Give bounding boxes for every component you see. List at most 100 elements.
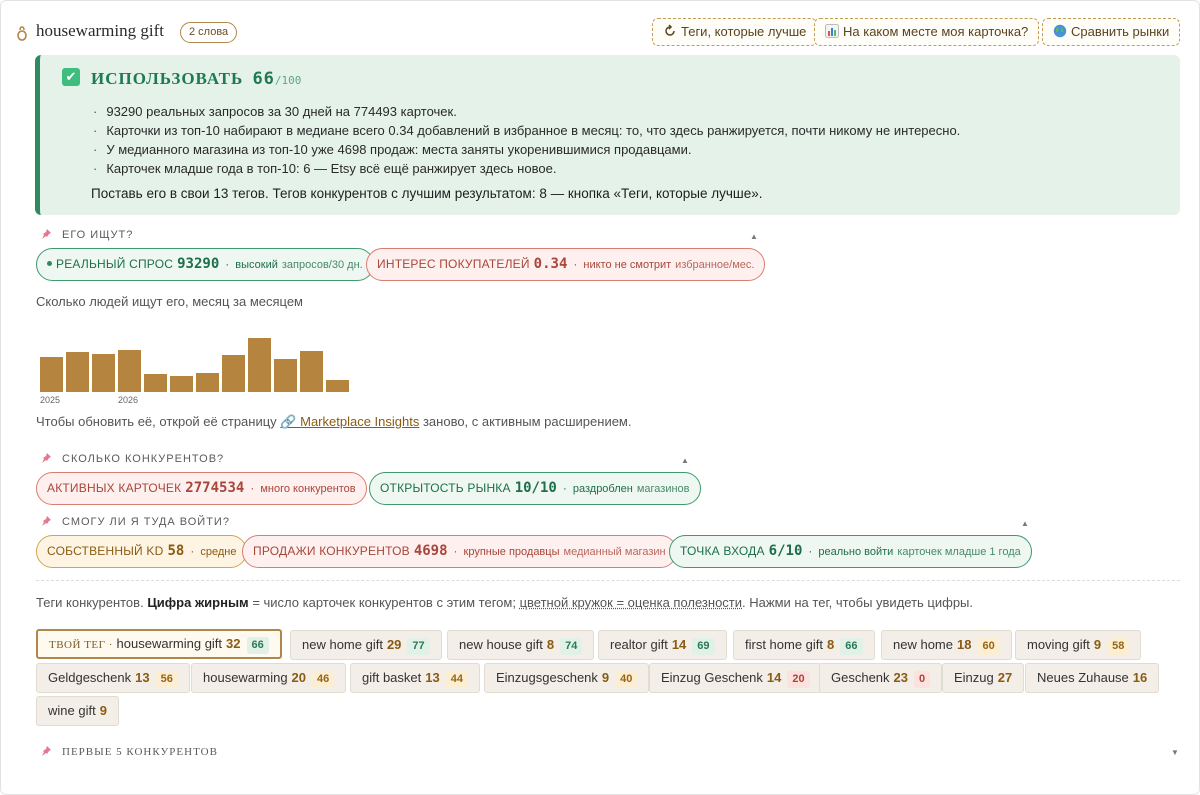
- verdict-reasons: 93290 реальных запросов за 30 дней на 77…: [93, 102, 960, 178]
- verdict-footer: Поставь его в свои 13 тегов. Тегов конку…: [91, 186, 763, 201]
- pill-word: никто не смотрит: [583, 259, 672, 271]
- tag-chip[interactable]: wine gift 9: [36, 696, 119, 726]
- collapse-icon[interactable]: ▲: [1021, 519, 1029, 528]
- tag-name: new home: [893, 637, 953, 652]
- pill-label: ИНТЕРЕС ПОКУПАТЕЛЕЙ: [377, 257, 530, 271]
- tag-chip[interactable]: realtor gift 14 69: [598, 630, 727, 660]
- legend-suffix: . Нажми на тег, чтобы увидеть цифры.: [742, 595, 974, 610]
- marketplace-insights-link[interactable]: 🔗 Marketplace Insights: [280, 414, 419, 429]
- rank-position-button[interactable]: На каком месте моя карточка?: [814, 18, 1040, 46]
- tag-count: 9: [601, 670, 610, 685]
- tag-name: Einzug Geschenk: [661, 670, 763, 685]
- chart-bar: [248, 338, 271, 392]
- collapse-icon[interactable]: ▲: [681, 456, 689, 465]
- link-icon: 🔗: [280, 414, 297, 429]
- entry-point-pill[interactable]: ТОЧКА ВХОДА 6/10 · реально войти карточек мл…: [669, 535, 1032, 568]
- pill-unit: магазинов: [636, 483, 690, 495]
- tag-count: 23: [893, 670, 909, 685]
- tag-count: 8: [827, 637, 835, 652]
- tag-score: 58: [1107, 638, 1130, 655]
- pill-unit: избранное/мес.: [675, 259, 755, 271]
- own-kd-pill[interactable]: СОБСТВЕННЫЙ KD 58 · средне: [36, 535, 248, 568]
- tag-name: Geldgeschenk: [48, 670, 132, 685]
- tag-score: 40: [615, 671, 638, 688]
- section-demand-title[interactable]: ЕГО ИЩУТ?: [40, 228, 133, 241]
- keyword-title: housewarming gift: [36, 21, 164, 40]
- pill-unit: медианный магазин: [563, 546, 666, 558]
- chart-bar: [66, 352, 89, 392]
- chart-bar: [170, 376, 193, 392]
- refresh-note: Чтобы обновить её, открой её страницу 🔗 …: [36, 414, 631, 430]
- tag-score: 44: [445, 671, 468, 688]
- tag-count: 18: [956, 637, 972, 652]
- chart-bar: [118, 350, 141, 392]
- tag-name: gift basket: [362, 670, 422, 685]
- tag-score: 69: [692, 638, 715, 655]
- own-tag-label: ТВОЙ ТЕГ ·: [49, 639, 113, 651]
- tag-chip[interactable]: new home gift 29 77: [290, 630, 442, 660]
- word-count-badge: 2 слова: [180, 22, 238, 43]
- tag-chip[interactable]: Einzugsgeschenk 9 40: [484, 663, 650, 693]
- tag-count: 14: [671, 637, 687, 652]
- section-demand-label: ЕГО ИЩУТ?: [62, 229, 134, 241]
- chart-bar: [144, 374, 167, 392]
- market-openness-pill[interactable]: ОТКРЫТОСТЬ РЫНКА 10/10 · раздроблен магазино…: [369, 472, 701, 505]
- tag-chip[interactable]: Neues Zuhause 16: [1025, 663, 1160, 693]
- expand-icon[interactable]: ▼: [1171, 748, 1179, 757]
- tag-name: Neues Zuhause: [1037, 670, 1129, 685]
- pill-unit: запросов/30 дн.: [281, 259, 363, 271]
- compare-markets-button[interactable]: Сравнить рынки: [1042, 18, 1181, 46]
- pill-word: средне: [200, 546, 237, 558]
- tag-chip[interactable]: Einzug Geschenk 14 20: [649, 663, 822, 693]
- pill-value: 0.34: [533, 256, 568, 272]
- tag-chip[interactable]: new house gift 8 74: [447, 630, 595, 660]
- tag-chip-own[interactable]: ТВОЙ ТЕГ · housewarming gift 32 66: [36, 629, 282, 659]
- tag-chip[interactable]: first home gift 8 66: [733, 630, 875, 660]
- header: housewarming gift 2 слова Теги, которые …: [16, 18, 1182, 48]
- chart-bar: [326, 380, 349, 392]
- pill-value: 4698: [413, 543, 448, 559]
- section-top5-title[interactable]: ПЕРВЫЕ 5 КОНКУРЕНТОВ: [40, 745, 218, 758]
- pill-value: 58: [167, 543, 185, 559]
- tag-chip[interactable]: gift basket 13 44: [350, 663, 480, 693]
- pill-label: ОТКРЫТОСТЬ РЫНКА: [380, 481, 511, 495]
- tag-chip[interactable]: Einzug 27: [942, 663, 1025, 693]
- rank-position-label: На каком месте моя карточка?: [843, 24, 1029, 39]
- pill-label: ТОЧКА ВХОДА: [680, 544, 765, 558]
- tag-chip[interactable]: new home 18 60: [881, 630, 1012, 660]
- verdict-score-max: /100: [274, 74, 302, 87]
- tag-name: moving gift: [1027, 637, 1090, 652]
- tag-chip[interactable]: Geschenk 23 0: [819, 663, 943, 693]
- monthly-demand-chart: 2025 2026: [36, 330, 356, 408]
- verdict-card: ✔ ИСПОЛЬЗОВАТЬ 66/100 93290 реальных зап…: [35, 55, 1180, 215]
- competitor-sales-pill[interactable]: ПРОДАЖИ КОНКУРЕНТОВ 4698 · крупные продавцы…: [242, 535, 677, 568]
- status-dot-icon: [47, 261, 52, 266]
- tag-score: 20: [787, 671, 810, 688]
- tag-name: new home gift: [302, 637, 383, 652]
- pin-icon: [40, 515, 52, 527]
- chart-caption: Сколько людей ищут его, месяц за месяцем: [36, 294, 303, 309]
- better-tags-button[interactable]: Теги, которые лучше: [652, 18, 818, 46]
- tag-name: wine gift: [48, 703, 96, 718]
- tag-chip[interactable]: Geldgeschenk 13 56: [36, 663, 190, 693]
- active-listings-pill[interactable]: АКТИВНЫХ КАРТОЧЕК 2774534 · много конкурент…: [36, 472, 367, 505]
- section-entry-label: СМОГУ ЛИ Я ТУДА ВОЙТИ?: [62, 516, 230, 528]
- tag-count: 9: [1093, 637, 1102, 652]
- collapse-icon[interactable]: ▲: [750, 232, 758, 241]
- globe-icon: [1053, 21, 1067, 38]
- chart-tick-label: 2025: [40, 395, 61, 405]
- marketplace-insights-label: Marketplace Insights: [300, 414, 420, 429]
- section-competition-title[interactable]: СКОЛЬКО КОНКУРЕНТОВ?: [40, 452, 224, 465]
- verdict-reason: У медианного магазина из топ-10 уже 4698…: [93, 140, 960, 159]
- tag-chip[interactable]: housewarming 20 46: [191, 663, 347, 693]
- real-demand-pill[interactable]: РЕАЛЬНЫЙ СПРОС 93290 · высокий запросов/30 д…: [36, 248, 374, 281]
- pill-word: реально войти: [818, 546, 894, 558]
- pill-word: много конкурентов: [260, 483, 356, 495]
- pin-icon: [40, 452, 52, 464]
- tag-name: Einzugsgeschenk: [496, 670, 598, 685]
- buyer-interest-pill[interactable]: ИНТЕРЕС ПОКУПАТЕЛЕЙ 0.34 · никто не смотрит…: [366, 248, 766, 281]
- tags-legend: Теги конкурентов. Цифра жирным = число к…: [36, 595, 973, 610]
- chart-bar: [274, 359, 297, 392]
- section-entry-title[interactable]: СМОГУ ЛИ Я ТУДА ВОЙТИ?: [40, 515, 230, 528]
- tag-chip[interactable]: moving gift 9 58: [1015, 630, 1142, 660]
